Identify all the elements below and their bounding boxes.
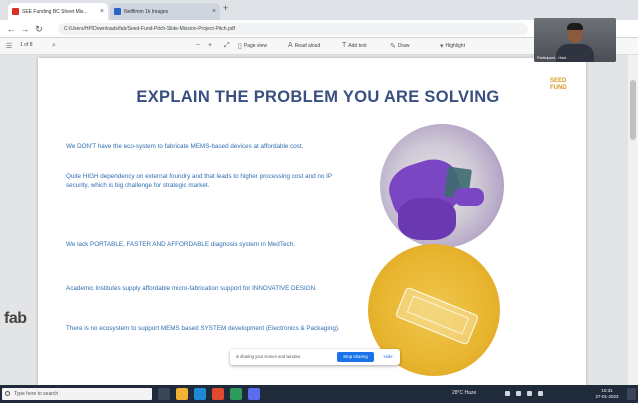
- problem-bullet: There is no ecosystem to support MEMS ba…: [66, 325, 340, 332]
- zoom-in-button[interactable]: +: [208, 42, 214, 49]
- chip-in-glove-photo: [380, 124, 504, 248]
- new-tab-icon[interactable]: +: [223, 3, 228, 13]
- problem-bullet: We DON'T have the eco-system to fabricat…: [66, 143, 304, 150]
- windows-taskbar: Type here to search 28°C Haze 10:31 27-0…: [0, 385, 638, 403]
- tab-seed-funding[interactable]: SEE Funding BC Sheet Mis... ×: [8, 3, 108, 20]
- clock-date: 27-01-2023: [595, 394, 619, 399]
- forward-icon[interactable]: →: [20, 24, 30, 34]
- problem-bullet: We lack PORTABLE, FASTER AND AFFORDABLE …: [66, 241, 295, 248]
- list-icon: ☰: [6, 43, 13, 50]
- app-icon[interactable]: [230, 388, 242, 400]
- weather-widget[interactable]: 28°C Haze: [452, 390, 476, 396]
- text-icon: T: [342, 42, 347, 49]
- notification-icon[interactable]: [627, 388, 636, 400]
- fab-logo: fab: [4, 310, 27, 327]
- system-tray[interactable]: [505, 391, 585, 397]
- share-message: is sharing your screen and window: [236, 354, 301, 359]
- close-icon[interactable]: ×: [97, 8, 104, 15]
- toc-button[interactable]: ☰: [6, 42, 14, 50]
- meeting-app-icon[interactable]: [248, 388, 260, 400]
- page-icon: ▯: [238, 43, 242, 50]
- taskbar-clock[interactable]: 10:31 27-01-2023: [592, 388, 622, 400]
- tab-title: SEE Funding BC Sheet Mis...: [22, 8, 88, 15]
- task-view-icon[interactable]: [158, 388, 170, 400]
- screen-share-notification: is sharing your screen and window Stop s…: [230, 349, 400, 365]
- network-icon[interactable]: [505, 391, 510, 396]
- highlight-button[interactable]: ▾ Highlight: [440, 42, 465, 50]
- slide-page: EXPLAIN THE PROBLEM YOU ARE SOLVING SEED…: [38, 58, 586, 386]
- fit-page-button[interactable]: ⤢: [224, 42, 232, 50]
- battery-icon[interactable]: [527, 391, 532, 396]
- back-icon[interactable]: ←: [6, 24, 16, 34]
- read-aloud-button[interactable]: A Read aloud: [288, 42, 320, 49]
- close-icon[interactable]: ×: [209, 8, 216, 15]
- person-hair: [567, 23, 583, 30]
- tab-title: Netflimm 1k Images: [124, 8, 169, 15]
- page-icon: [114, 8, 121, 15]
- url-field[interactable]: C:/Users/HP/Downloads/fab/Seed-Fund-Pitc…: [58, 23, 528, 35]
- hide-button[interactable]: Hide: [381, 352, 395, 362]
- problem-bullet: Academic Institutes supply affordable mi…: [66, 285, 317, 292]
- page-field[interactable]: 1 of 8: [20, 42, 33, 48]
- slide-title: EXPLAIN THE PROBLEM YOU ARE SOLVING: [136, 88, 500, 106]
- file-explorer-icon[interactable]: [176, 388, 188, 400]
- page-view-button[interactable]: ▯ Page view: [238, 42, 267, 50]
- browser-tab-strip: SEE Funding BC Sheet Mis... × Netflimm 1…: [0, 0, 638, 20]
- app-icon[interactable]: [212, 388, 224, 400]
- refresh-icon[interactable]: ↻: [34, 24, 44, 34]
- webcam-overlay: Participant - Host: [534, 18, 616, 62]
- participant-name: Participant - Host: [537, 56, 567, 60]
- search-icon[interactable]: ⌕: [52, 42, 58, 50]
- taskbar-search[interactable]: Type here to search: [2, 388, 152, 400]
- zoom-out-button[interactable]: −: [196, 42, 202, 49]
- pen-icon: ✎: [390, 43, 396, 50]
- highlighter-icon: ▾: [440, 43, 444, 50]
- draw-button[interactable]: ✎ Draw: [390, 42, 410, 50]
- language-icon[interactable]: [538, 391, 543, 396]
- volume-icon[interactable]: [516, 391, 521, 396]
- edge-browser-icon[interactable]: [194, 388, 206, 400]
- seed-fund-logo: SEED FUND: [550, 78, 567, 91]
- stop-sharing-button[interactable]: Stop sharing: [337, 352, 374, 362]
- tab-images[interactable]: Netflimm 1k Images ×: [110, 3, 220, 20]
- speaker-icon: A: [288, 42, 293, 49]
- add-text-button[interactable]: T Add text: [342, 42, 367, 49]
- pdf-icon: [12, 8, 19, 15]
- search-icon: [5, 391, 10, 396]
- scrollbar-thumb[interactable]: [630, 80, 636, 140]
- problem-bullet: Quite HIGH dependency on external foundr…: [66, 173, 332, 189]
